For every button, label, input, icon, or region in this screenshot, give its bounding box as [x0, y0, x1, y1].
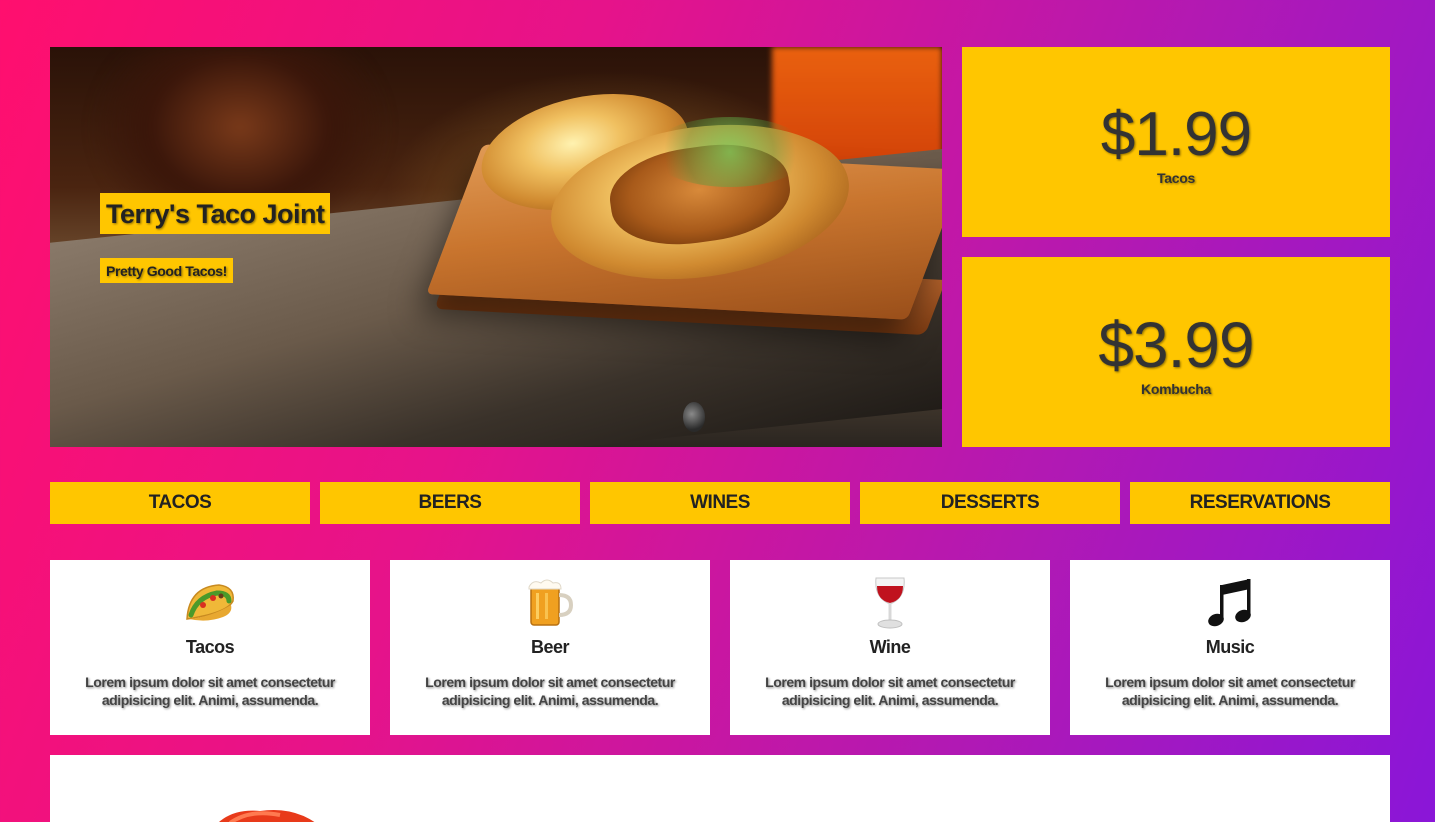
feature-description: Lorem ipsum dolor sit amet consectetur a…: [425, 674, 675, 708]
feature-description: Lorem ipsum dolor sit amet consectetur a…: [85, 674, 335, 708]
feature-card-tacos: Tacos Lorem ipsum dolor sit amet consect…: [50, 560, 370, 735]
price-label: Kombucha: [1141, 381, 1211, 397]
hero-banner: Terry's Taco Joint Pretty Good Tacos!: [50, 47, 942, 447]
nav-item-wines[interactable]: WINES: [590, 482, 850, 524]
nav-item-desserts[interactable]: DESSERTS: [860, 482, 1120, 524]
hero-tagline: Pretty Good Tacos!: [100, 258, 233, 283]
nav-item-beers[interactable]: BEERS: [320, 482, 580, 524]
feature-description: Lorem ipsum dolor sit amet consectetur a…: [1105, 674, 1355, 708]
music-icon: [1070, 576, 1390, 630]
feature-title: Tacos: [185, 637, 235, 657]
feature-card-beer: Beer Lorem ipsum dolor sit amet consecte…: [390, 560, 710, 735]
hero-taco-greens: [650, 117, 810, 187]
price-card-kombucha: $3.99 Kombucha: [962, 257, 1390, 447]
price-value: $1.99: [1100, 100, 1252, 169]
hero-counter-bolt: [683, 402, 705, 432]
feature-title: Wine: [869, 637, 911, 657]
bottom-panel: [50, 755, 1390, 822]
price-label: Tacos: [1157, 170, 1195, 186]
price-card-tacos: $1.99 Tacos: [962, 47, 1390, 237]
beer-icon: [390, 576, 710, 630]
feature-card-music: Music Lorem ipsum dolor sit amet consect…: [1070, 560, 1390, 735]
feature-card-wine: Wine Lorem ipsum dolor sit amet consecte…: [730, 560, 1050, 735]
wine-icon: [730, 576, 1050, 630]
feature-title: Music: [1205, 637, 1255, 657]
main-nav: TACOS BEERS WINES DESSERTS RESERVATIONS: [50, 482, 1390, 524]
taco-icon: [50, 576, 370, 630]
price-value: $3.99: [1098, 309, 1254, 381]
hero-title: Terry's Taco Joint: [100, 193, 331, 234]
feature-title: Beer: [530, 637, 570, 657]
nav-item-reservations[interactable]: RESERVATIONS: [1130, 482, 1390, 524]
feature-description: Lorem ipsum dolor sit amet consectetur a…: [765, 674, 1015, 708]
nav-item-tacos[interactable]: TACOS: [50, 482, 310, 524]
tomato-image: [200, 803, 330, 822]
